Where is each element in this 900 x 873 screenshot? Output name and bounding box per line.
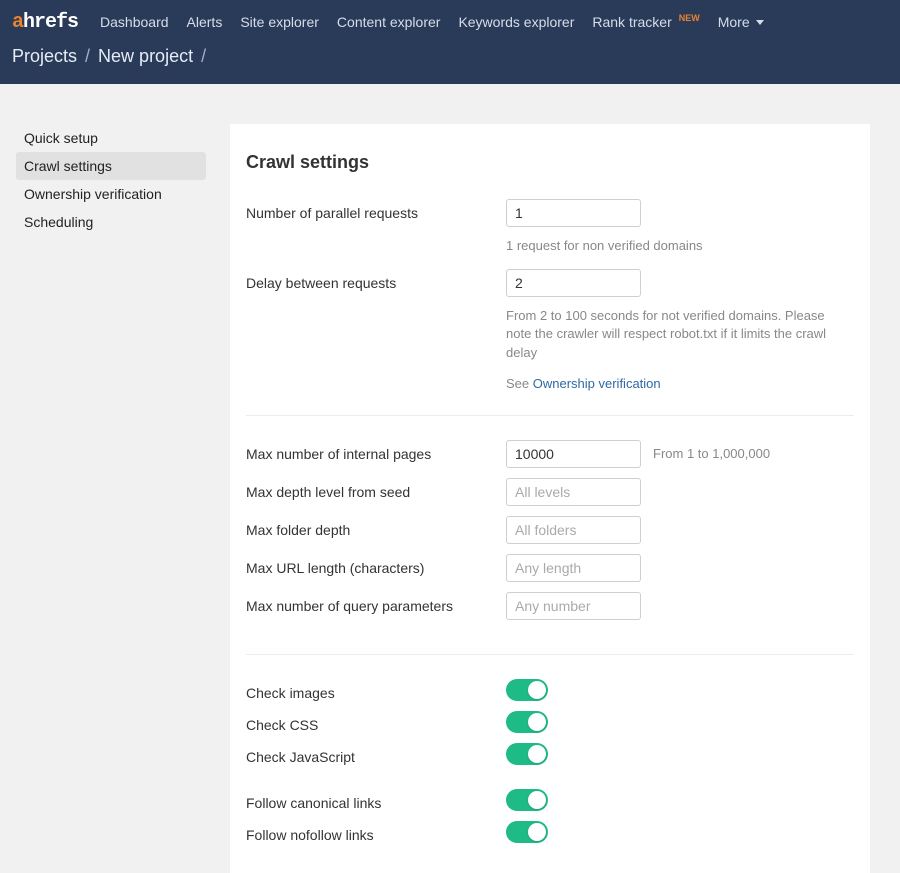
- max-depth-label: Max depth level from seed: [246, 478, 506, 500]
- sidebar: Quick setup Crawl settings Ownership ver…: [16, 124, 206, 873]
- ownership-verification-link[interactable]: Ownership verification: [533, 376, 661, 391]
- check-images-label: Check images: [246, 679, 506, 701]
- breadcrumb-sep: /: [201, 46, 206, 67]
- see-prefix: See: [506, 376, 533, 391]
- delay-label: Delay between requests: [246, 269, 506, 291]
- topbar: ahrefs Dashboard Alerts Site explorer Co…: [0, 0, 900, 44]
- toggle-knob: [528, 823, 546, 841]
- max-query-label: Max number of query parameters: [246, 592, 506, 614]
- sidebar-item-crawl-settings[interactable]: Crawl settings: [16, 152, 206, 180]
- page-title: Crawl settings: [246, 152, 854, 173]
- nav-content-explorer[interactable]: Content explorer: [337, 14, 441, 30]
- sidebar-item-scheduling[interactable]: Scheduling: [16, 208, 206, 236]
- nav-label: Dashboard: [100, 14, 169, 30]
- check-images-toggle[interactable]: [506, 679, 548, 701]
- toggle-knob: [528, 681, 546, 699]
- nav-site-explorer[interactable]: Site explorer: [240, 14, 319, 30]
- nav-dashboard[interactable]: Dashboard: [100, 14, 169, 30]
- logo-a: a: [12, 11, 23, 34]
- delay-help: From 2 to 100 seconds for not verified d…: [506, 307, 846, 362]
- check-css-toggle[interactable]: [506, 711, 548, 733]
- toggle-knob: [528, 791, 546, 809]
- row-follow-canonical: Follow canonical links: [246, 789, 854, 811]
- max-url-input[interactable]: [506, 554, 641, 582]
- row-follow-nofollow: Follow nofollow links: [246, 821, 854, 843]
- row-check-images: Check images: [246, 679, 854, 701]
- row-max-pages: Max number of internal pages From 1 to 1…: [246, 440, 854, 468]
- breadcrumb: Projects / New project /: [0, 44, 900, 84]
- chevron-down-icon: [756, 20, 764, 25]
- top-nav: Dashboard Alerts Site explorer Content e…: [100, 14, 764, 30]
- row-max-url: Max URL length (characters): [246, 554, 854, 582]
- max-depth-input[interactable]: [506, 478, 641, 506]
- max-folder-input[interactable]: [506, 516, 641, 544]
- max-pages-input[interactable]: [506, 440, 641, 468]
- nav-rank-tracker[interactable]: Rank tracker NEW: [592, 14, 699, 30]
- logo[interactable]: ahrefs: [12, 11, 78, 34]
- check-js-label: Check JavaScript: [246, 743, 506, 765]
- group-requests: Number of parallel requests 1 request fo…: [246, 199, 854, 416]
- nav-label: Rank tracker: [592, 14, 671, 30]
- row-check-css: Check CSS: [246, 711, 854, 733]
- max-url-label: Max URL length (characters): [246, 554, 506, 576]
- nav-label: Keywords explorer: [458, 14, 574, 30]
- logo-rest: hrefs: [23, 11, 78, 34]
- delay-input[interactable]: [506, 269, 641, 297]
- see-link-row: See Ownership verification: [506, 376, 854, 391]
- max-pages-hint: From 1 to 1,000,000: [653, 446, 854, 461]
- max-query-input[interactable]: [506, 592, 641, 620]
- nav-label: Site explorer: [240, 14, 319, 30]
- breadcrumb-sep: /: [85, 46, 90, 67]
- new-badge: NEW: [679, 13, 700, 23]
- check-js-toggle[interactable]: [506, 743, 548, 765]
- follow-nofollow-toggle[interactable]: [506, 821, 548, 843]
- parallel-input[interactable]: [506, 199, 641, 227]
- nav-label: Content explorer: [337, 14, 441, 30]
- layout: Quick setup Crawl settings Ownership ver…: [0, 84, 900, 873]
- sidebar-item-quick-setup[interactable]: Quick setup: [16, 124, 206, 152]
- max-folder-label: Max folder depth: [246, 516, 506, 538]
- nav-keywords-explorer[interactable]: Keywords explorer: [458, 14, 574, 30]
- nav-label: Alerts: [187, 14, 223, 30]
- breadcrumb-current[interactable]: New project: [98, 46, 193, 67]
- parallel-label: Number of parallel requests: [246, 199, 506, 221]
- nav-alerts[interactable]: Alerts: [187, 14, 223, 30]
- follow-canonical-toggle[interactable]: [506, 789, 548, 811]
- sidebar-item-ownership-verification[interactable]: Ownership verification: [16, 180, 206, 208]
- parallel-help: 1 request for non verified domains: [506, 237, 846, 255]
- toggle-knob: [528, 745, 546, 763]
- breadcrumb-root[interactable]: Projects: [12, 46, 77, 67]
- max-pages-label: Max number of internal pages: [246, 440, 506, 462]
- row-delay: Delay between requests: [246, 269, 854, 297]
- group-limits: Max number of internal pages From 1 to 1…: [246, 440, 854, 655]
- row-max-query: Max number of query parameters: [246, 592, 854, 620]
- follow-canonical-label: Follow canonical links: [246, 789, 506, 811]
- group-toggles: Check images Check CSS Check JavaScript …: [246, 679, 854, 843]
- row-parallel: Number of parallel requests: [246, 199, 854, 227]
- nav-label: More: [718, 14, 750, 30]
- row-check-js: Check JavaScript: [246, 743, 854, 765]
- settings-panel: Crawl settings Number of parallel reques…: [230, 124, 870, 873]
- check-css-label: Check CSS: [246, 711, 506, 733]
- toggle-knob: [528, 713, 546, 731]
- nav-more[interactable]: More: [718, 14, 764, 30]
- row-max-folder: Max folder depth: [246, 516, 854, 544]
- follow-nofollow-label: Follow nofollow links: [246, 821, 506, 843]
- row-max-depth: Max depth level from seed: [246, 478, 854, 506]
